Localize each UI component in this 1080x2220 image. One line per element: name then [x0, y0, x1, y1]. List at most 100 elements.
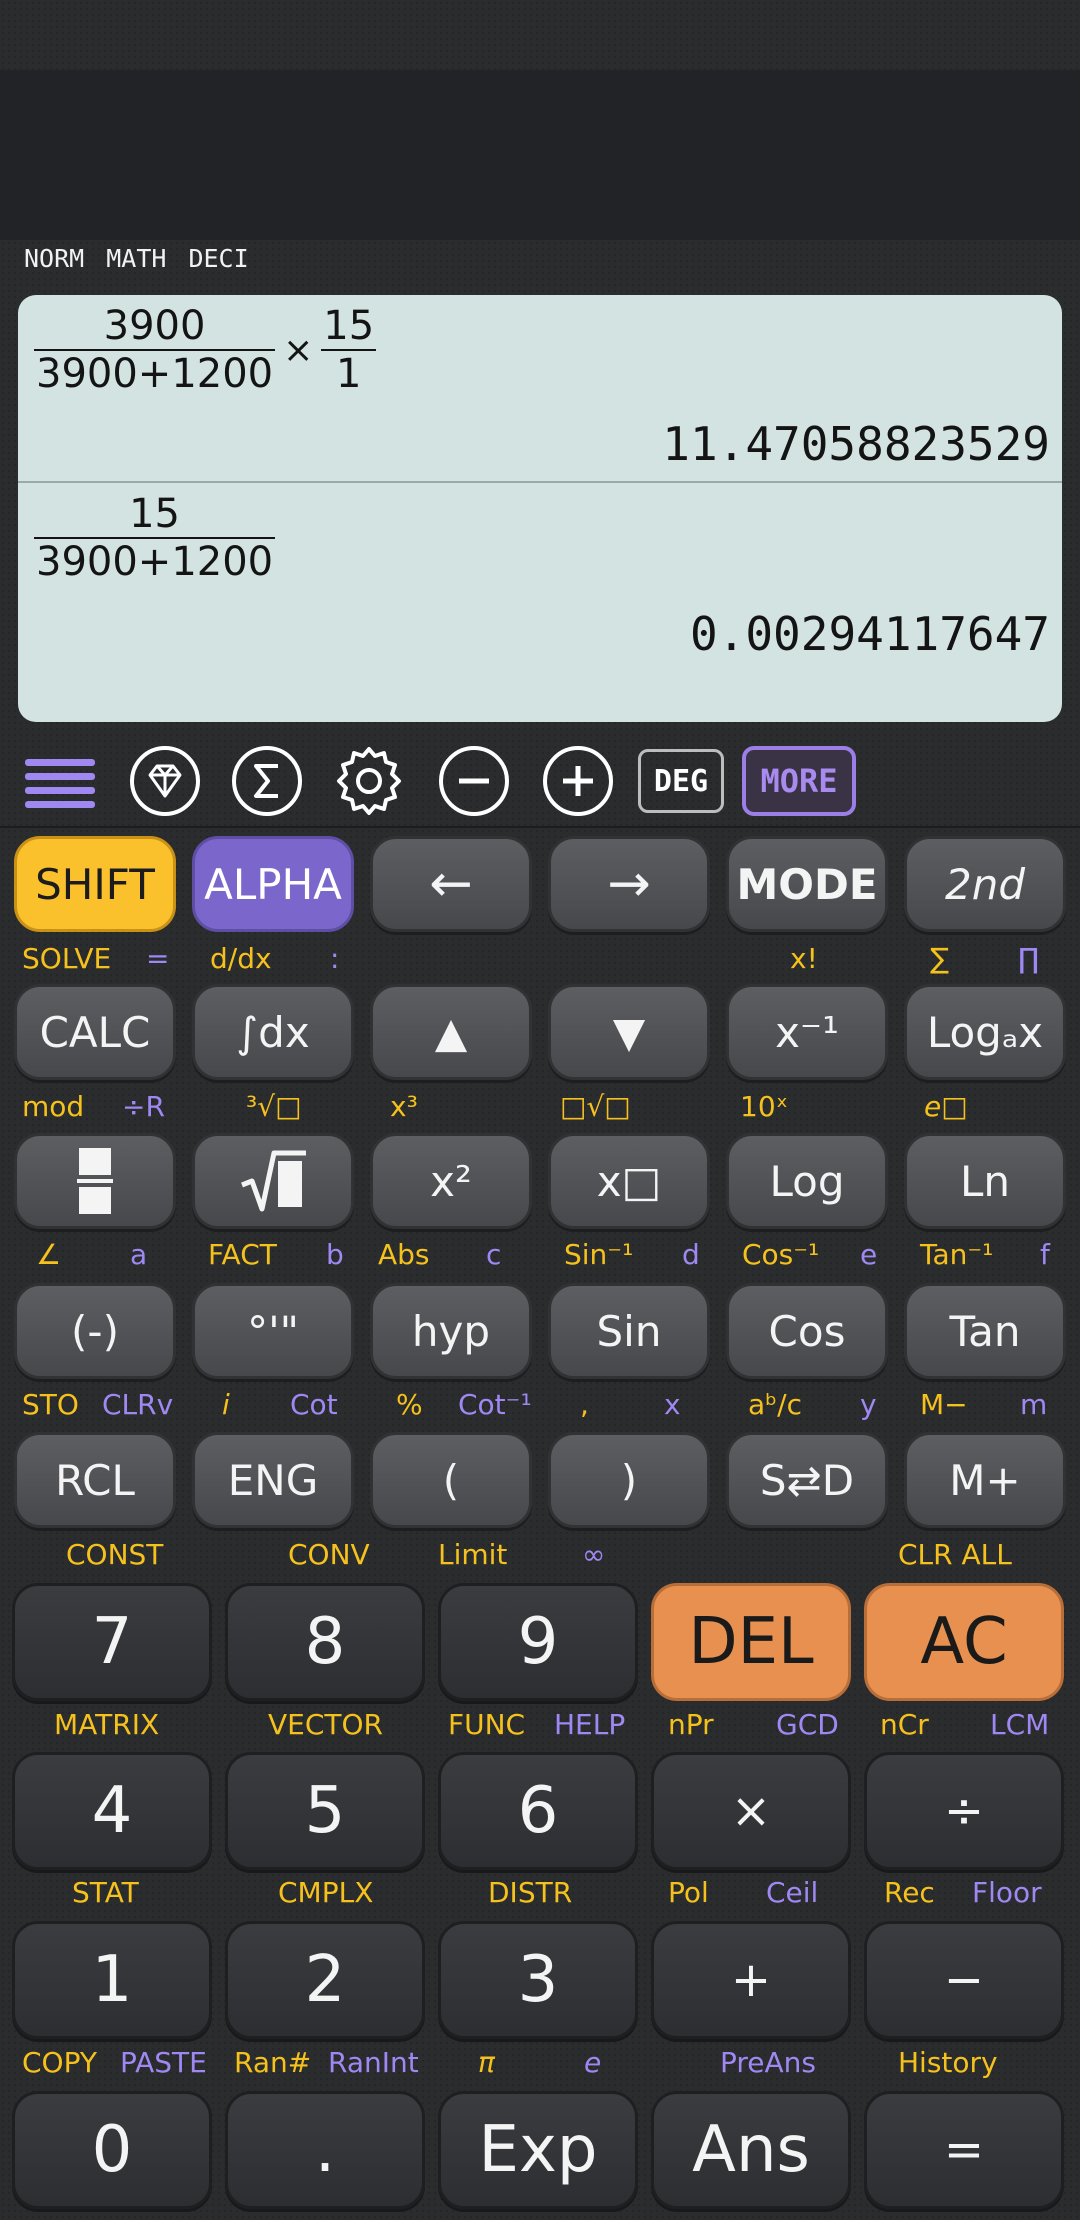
label-conv: CONV — [288, 1538, 370, 1571]
fraction-key[interactable] — [14, 1133, 176, 1229]
divide-key[interactable]: ÷ — [864, 1752, 1064, 1870]
display-screen[interactable]: 3900 3900+1200 × 15 1 11.47058823529 15 … — [18, 295, 1062, 722]
label-equals: = — [146, 942, 170, 975]
history-expression-1: 3900 3900+1200 × 15 1 — [34, 303, 377, 397]
mode-key[interactable]: MODE — [726, 836, 888, 932]
label-cmplx: CMPLX — [278, 1876, 374, 1909]
label-abs: Abs — [378, 1238, 430, 1271]
label-infinity: ∞ — [582, 1538, 606, 1571]
label-y: y — [860, 1388, 877, 1421]
open-paren-key[interactable]: ( — [370, 1432, 532, 1528]
ln-key[interactable]: Ln — [904, 1133, 1066, 1229]
sqrt-icon — [241, 1150, 306, 1212]
numerator: 15 — [129, 491, 180, 537]
more-button[interactable]: MORE — [742, 746, 856, 816]
label-m: m — [1020, 1388, 1048, 1421]
delete-key[interactable]: DEL — [651, 1583, 851, 1701]
times-sign: × — [283, 329, 314, 371]
label-func: FUNC — [448, 1708, 526, 1741]
calc-key[interactable]: CALC — [14, 984, 176, 1080]
fraction: 15 3900+1200 — [34, 491, 276, 585]
history-result-1: 11.47058823529 — [662, 417, 1050, 471]
label-product: ∏ — [1018, 942, 1040, 975]
label-angle: ∠ — [36, 1238, 62, 1271]
label-comma: , — [580, 1388, 589, 1421]
label-arccot: Cot⁻¹ — [458, 1388, 532, 1421]
alpha-key[interactable]: ALPHA — [192, 836, 354, 932]
digit-7-key[interactable]: 7 — [12, 1583, 212, 1701]
negative-key[interactable]: (-) — [14, 1283, 176, 1379]
power-key[interactable]: x□ — [548, 1133, 710, 1229]
plus-key[interactable]: + — [651, 1921, 851, 2039]
minus-circle-icon[interactable] — [436, 745, 512, 817]
reciprocal-key[interactable]: x⁻¹ — [726, 984, 888, 1080]
deg-button[interactable]: DEG — [638, 749, 724, 813]
label-distr: DISTR — [488, 1876, 573, 1909]
shift-key[interactable]: SHIFT — [14, 836, 176, 932]
label-arctan: Tan⁻¹ — [920, 1238, 994, 1271]
digit-5-key[interactable]: 5 — [225, 1752, 425, 1870]
toolbar: DEG MORE — [0, 735, 1080, 827]
cursor-left-key[interactable]: ← — [370, 836, 532, 932]
label-i: i — [222, 1388, 230, 1421]
denominator: 3900+1200 — [36, 539, 274, 585]
denominator: 3900+1200 — [36, 351, 274, 397]
second-key[interactable]: 2nd — [904, 836, 1066, 932]
digit-6-key[interactable]: 6 — [438, 1752, 638, 1870]
log-base-key[interactable]: Logₐx — [904, 984, 1066, 1080]
mode-deci: DECI — [188, 244, 249, 273]
digit-0-key[interactable]: 0 — [12, 2091, 212, 2209]
eng-key[interactable]: ENG — [192, 1432, 354, 1528]
menu-icon[interactable] — [22, 745, 98, 817]
cursor-right-key[interactable]: → — [548, 836, 710, 932]
sin-key[interactable]: Sin — [548, 1283, 710, 1379]
divider — [18, 481, 1062, 483]
decimal-key[interactable]: . — [225, 2091, 425, 2209]
label-clr-all: CLR ALL — [898, 1538, 1012, 1571]
digit-8-key[interactable]: 8 — [225, 1583, 425, 1701]
digit-2-key[interactable]: 2 — [225, 1921, 425, 2039]
sigma-icon[interactable] — [229, 745, 305, 817]
tan-key[interactable]: Tan — [904, 1283, 1066, 1379]
digit-3-key[interactable]: 3 — [438, 1921, 638, 2039]
ans-key[interactable]: Ans — [651, 2091, 851, 2209]
digit-9-key[interactable]: 9 — [438, 1583, 638, 1701]
hyp-key[interactable]: hyp — [370, 1283, 532, 1379]
close-paren-key[interactable]: ) — [548, 1432, 710, 1528]
label-lcm: LCM — [990, 1708, 1050, 1741]
label-ranint: RanInt — [328, 2046, 419, 2079]
label-copy: COPY — [22, 2046, 97, 2079]
label-fact: FACT — [208, 1238, 277, 1271]
gear-icon[interactable] — [331, 745, 407, 817]
equals-key[interactable]: = — [864, 2091, 1064, 2209]
s-d-key[interactable]: S⇄D — [726, 1432, 888, 1528]
label-matrix: MATRIX — [54, 1708, 160, 1741]
digit-1-key[interactable]: 1 — [12, 1921, 212, 2039]
label-d: d — [682, 1238, 700, 1271]
label-exp: e□ — [924, 1090, 968, 1123]
m-plus-key[interactable]: M+ — [904, 1432, 1066, 1528]
digit-4-key[interactable]: 4 — [12, 1752, 212, 1870]
rcl-key[interactable]: RCL — [14, 1432, 176, 1528]
cursor-down-key[interactable]: ▼ — [548, 984, 710, 1080]
label-const: CONST — [66, 1538, 164, 1571]
gem-icon[interactable] — [127, 745, 203, 817]
label-percent: % — [396, 1388, 423, 1421]
cursor-up-key[interactable]: ▲ — [370, 984, 532, 1080]
exp-key[interactable]: Exp — [438, 2091, 638, 2209]
plus-circle-icon[interactable] — [540, 745, 616, 817]
multiply-key[interactable]: × — [651, 1752, 851, 1870]
square-key[interactable]: x² — [370, 1133, 532, 1229]
integral-key[interactable]: ∫dx — [192, 984, 354, 1080]
label-divr: ÷R — [122, 1090, 165, 1123]
sqrt-key[interactable] — [192, 1133, 354, 1229]
cos-key[interactable]: Cos — [726, 1283, 888, 1379]
fraction-icon — [77, 1148, 113, 1214]
minus-key[interactable]: − — [864, 1921, 1064, 2039]
log-key[interactable]: Log — [726, 1133, 888, 1229]
app-header — [0, 70, 1080, 240]
label-solve: SOLVE — [22, 942, 112, 975]
label-arccos: Cos⁻¹ — [742, 1238, 820, 1271]
all-clear-key[interactable]: AC — [864, 1583, 1064, 1701]
degree-key[interactable]: °'" — [192, 1283, 354, 1379]
